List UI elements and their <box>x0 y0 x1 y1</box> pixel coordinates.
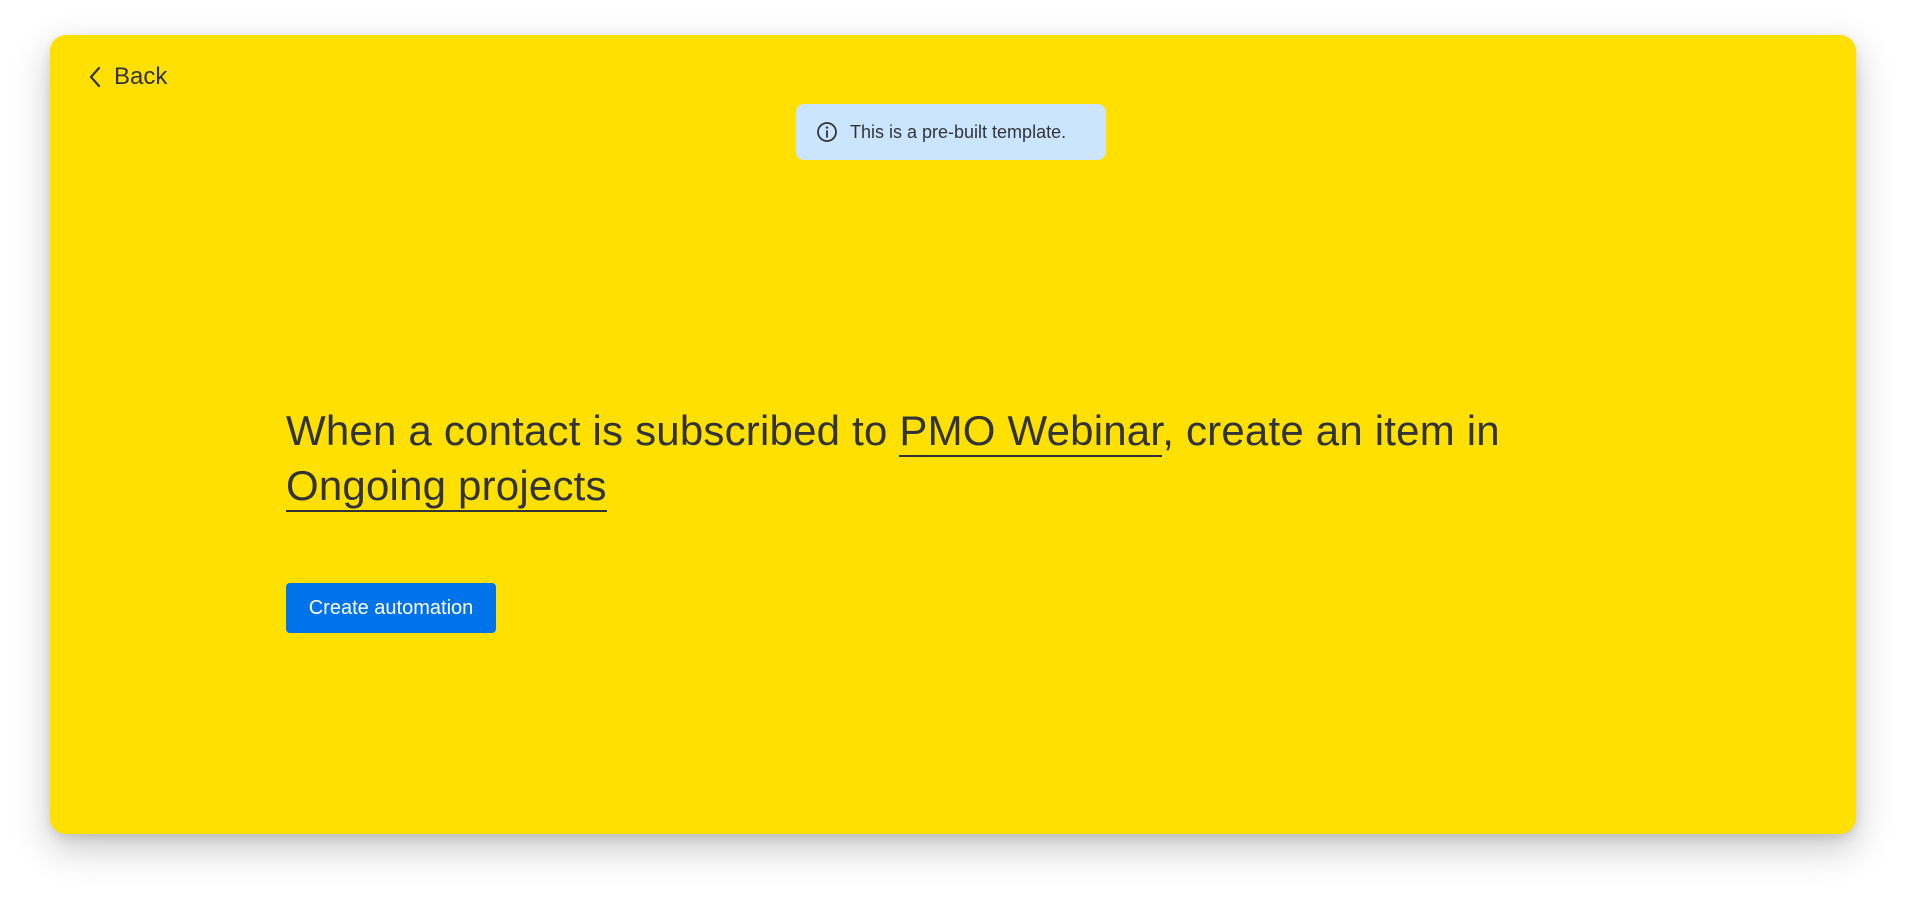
notice-text: This is a pre-built template. <box>850 121 1067 142</box>
chevron-left-icon <box>88 66 102 88</box>
pre-built-template-notice: This is a pre-built template. <box>796 104 1106 160</box>
create-automation-button[interactable]: Create automation <box>286 583 496 633</box>
back-label: Back <box>114 63 168 90</box>
automation-recipe: When a contact is subscribed to PMO Webi… <box>286 403 1546 513</box>
recipe-text-part2: , create an item in <box>1162 407 1500 454</box>
target-board-link[interactable]: Ongoing projects <box>286 462 607 512</box>
trigger-link[interactable]: PMO Webinar <box>899 407 1163 457</box>
template-card: Back This is a pre-built template. When … <box>50 35 1856 834</box>
info-icon <box>816 121 838 143</box>
page: Back This is a pre-built template. When … <box>0 0 1906 899</box>
recipe-text-part1: When a contact is subscribed to <box>286 407 900 454</box>
back-button[interactable]: Back <box>88 57 167 97</box>
